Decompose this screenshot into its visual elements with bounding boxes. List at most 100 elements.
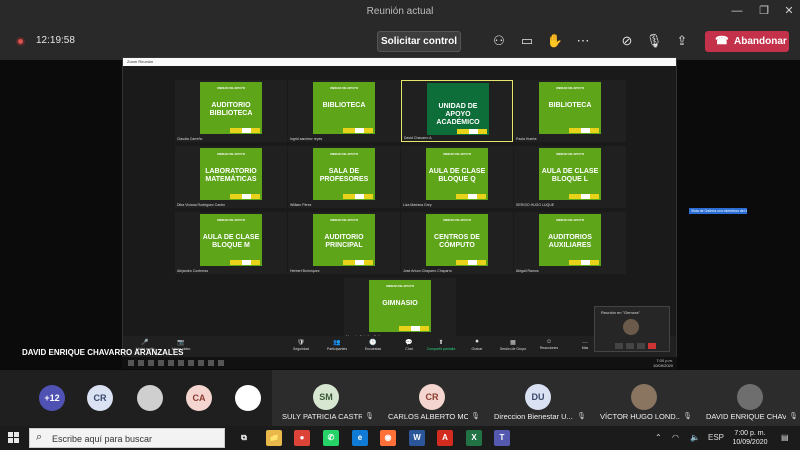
close-button[interactable]: ✕	[779, 3, 799, 19]
video-tile[interactable]: UNIDAD DE APOYO CENTROS DE CÓMPUTO José Ar…	[401, 212, 513, 274]
mic-off-icon[interactable]: 🎙	[644, 32, 664, 50]
tile-color-stripe	[569, 194, 599, 199]
camera-off-icon[interactable]: ⊘	[617, 32, 637, 50]
zoom-control-button[interactable]: ⬆ Compartir pantalla	[423, 339, 459, 351]
minimize-button[interactable]: —	[727, 3, 747, 19]
tile-panel-title: BIBLIOTECA	[322, 102, 366, 109]
people-icon[interactable]: ⚇	[489, 32, 509, 50]
participant-name: VÍCTOR HUGO LOND...	[600, 412, 680, 421]
zoom-window-title: Zoom Reunión	[127, 59, 154, 64]
video-tile[interactable]: UNIDAD DE APOYO BIBLIOTECA Paola Huerta	[514, 80, 626, 142]
zoom-control-button[interactable]: 🕒 Encuestas	[355, 339, 391, 351]
tile-panel-title: LABORATORIO MATEMÁTICAS	[205, 168, 257, 183]
wifi-icon[interactable]: ◠	[672, 433, 679, 442]
teams-icon[interactable]: T	[494, 430, 510, 446]
video-tile[interactable]: UNIDAD DE APOYO AUDITORIO BIBLIOTECA Claud…	[175, 80, 287, 142]
participant-avatar[interactable]: CA	[186, 385, 212, 411]
notifications-icon[interactable]: ▤	[781, 433, 789, 442]
video-tile[interactable]: UNIDAD DE APOYO AULA DE CLASE BLOQUE Q Liz…	[401, 146, 513, 208]
leave-label: Abandonar	[734, 36, 787, 47]
mic-muted-icon: 🎙	[577, 413, 586, 420]
task-view-icon[interactable]: ⧉	[236, 430, 252, 446]
taskbar-search-input[interactable]: ⌕ Escribe aquí para buscar	[29, 428, 225, 448]
firefox-icon[interactable]: ◉	[380, 430, 396, 446]
taskbar-clock[interactable]: 7:00 p. m. 10/09/2020	[730, 429, 770, 447]
tile-background-image: UNIDAD DE APOYO GIMNASIO	[369, 280, 431, 332]
chrome-icon[interactable]: ●	[294, 430, 310, 446]
zoom-control-label: Grabar	[471, 347, 483, 351]
participant-avatar[interactable]	[137, 385, 163, 411]
tile-panel-title: CENTROS DE CÓMPUTO	[434, 234, 480, 249]
video-tile[interactable]: UNIDAD DE APOYO AUDITORIOS AUXILIARES Abig…	[514, 212, 626, 274]
zoom-control-button[interactable]: ☺ Reacciones	[531, 339, 567, 350]
maximize-button[interactable]: ❐	[754, 3, 774, 19]
zoom-control-button[interactable]: ⏺ Grabar	[459, 339, 495, 351]
tile-panel-title: BIBLIOTECA	[548, 102, 592, 109]
tile-panel-sub: UNIDAD DE APOYO	[385, 284, 415, 288]
video-tile[interactable]: UNIDAD DE APOYO AULA DE CLASE BLOQUE M Ale…	[175, 212, 287, 274]
tile-background-image: UNIDAD DE APOYO AUDITORIO BIBLIOTECA	[200, 82, 262, 134]
video-tile[interactable]: UNIDAD DE APOYO ACADÉMICO David Chavarro …	[401, 80, 513, 142]
video-tile[interactable]: UNIDAD DE APOYO LABORATORIO MATEMÁTICAS Di…	[175, 146, 287, 208]
tile-panel-sub: UNIDAD DE APOYO	[329, 218, 359, 222]
participant-tile[interactable]: CR CARLOS ALBERTO MO... 🎙	[378, 370, 486, 426]
participant-tile[interactable]: VÍCTOR HUGO LOND... 🎙	[590, 370, 698, 426]
participant-avatar	[737, 384, 763, 410]
raise-hand-icon[interactable]: ✋	[545, 32, 565, 50]
participant-tile[interactable]: DAVID ENRIQUE CHAVARR...🎙	[696, 370, 800, 426]
zoom-control-button[interactable]: 🛡 Seguridad	[283, 339, 319, 351]
mini-leave-icon	[648, 343, 656, 349]
search-icon: ⌕	[36, 431, 43, 443]
shared-taskbar-app-icon	[158, 360, 164, 366]
edge-icon[interactable]: e	[352, 430, 368, 446]
zoom-control-icon: 📷	[177, 340, 185, 346]
shared-taskbar-app-icon	[198, 360, 204, 366]
volume-icon[interactable]: 🔈	[690, 433, 700, 442]
tile-panel-sub: UNIDAD DE APOYO	[442, 218, 472, 222]
more-participants-badge[interactable]: +12	[39, 385, 65, 411]
tile-background-image: UNIDAD DE APOYO AUDITORIO PRINCIPAL	[313, 214, 375, 266]
whatsapp-icon[interactable]: ✆	[323, 430, 339, 446]
video-tile[interactable]: UNIDAD DE APOYO BIBLIOTECA Ingrid sanchez …	[288, 80, 400, 142]
tile-color-stripe	[456, 194, 486, 199]
request-control-button[interactable]: Solicitar control	[377, 31, 461, 52]
zoom-control-icon: ▦	[510, 340, 516, 346]
video-tile[interactable]: UNIDAD DE APOYOGIMNASIOMarcelo Ordoñez P…	[344, 278, 456, 340]
participant-tile[interactable]: DU Direccion Bienestar U... 🎙	[484, 370, 592, 426]
participant-name: Claudia Carreño	[177, 137, 203, 141]
zoom-control-icon: ☺	[545, 339, 553, 345]
tile-panel-title: AULA DE CLASE BLOQUE L	[541, 168, 599, 183]
mini-mic-icon	[615, 343, 623, 349]
mini-window-title: Reunión en "Gemora"	[601, 310, 640, 315]
tile-panel-title: SALA DE PROFESORES	[319, 168, 369, 183]
window-title: Reunión actual	[366, 6, 434, 17]
tile-background-image: UNIDAD DE APOYO LABORATORIO MATEMÁTICAS	[200, 148, 262, 200]
excel-icon[interactable]: X	[466, 430, 482, 446]
participant-name: SERGIO HUGO LUQUE	[516, 203, 555, 207]
zoom-control-button[interactable]: 💬 Chat	[391, 339, 427, 351]
acrobat-icon[interactable]: A	[437, 430, 453, 446]
meeting-timer: 12:19:58	[36, 35, 75, 46]
zoom-control-button[interactable]: ▦ Sesión de Grupo	[495, 339, 531, 351]
tray-chevron-icon[interactable]: ⌃	[655, 433, 662, 442]
tile-panel-title: AUDITORIO PRINCIPAL	[324, 234, 364, 249]
tile-color-stripe	[343, 194, 373, 199]
participant-avatar[interactable]	[235, 385, 261, 411]
share-icon[interactable]: ⇪	[672, 32, 692, 50]
zoom-control-button[interactable]: 👥 Participantes	[319, 339, 355, 351]
chat-icon[interactable]: ▭	[517, 32, 537, 50]
leave-button[interactable]: ☎ Abandonar	[705, 31, 789, 52]
language-indicator[interactable]: ESP	[708, 433, 724, 442]
tile-color-stripe	[230, 260, 260, 265]
video-tile[interactable]: UNIDAD DE APOYO AULA DE CLASE BLOQUE L SER…	[514, 146, 626, 208]
word-icon[interactable]: W	[409, 430, 425, 446]
participant-name: David Chavarro A.	[404, 136, 433, 140]
video-tile[interactable]: UNIDAD DE APOYO SALA DE PROFESORES William…	[288, 146, 400, 208]
video-tile[interactable]: UNIDAD DE APOYO AUDITORIO PRINCIPAL Herber…	[288, 212, 400, 274]
more-icon[interactable]: ⋯	[573, 32, 593, 50]
windows-start-icon[interactable]	[8, 432, 20, 444]
zoom-control-icon: ⏺	[475, 339, 479, 345]
participant-avatar[interactable]: CR	[87, 385, 113, 411]
participant-tile[interactable]: SM SULY PATRICIA CASTR... 🎙	[272, 370, 380, 426]
file-explorer-icon[interactable]: 📁	[266, 430, 282, 446]
